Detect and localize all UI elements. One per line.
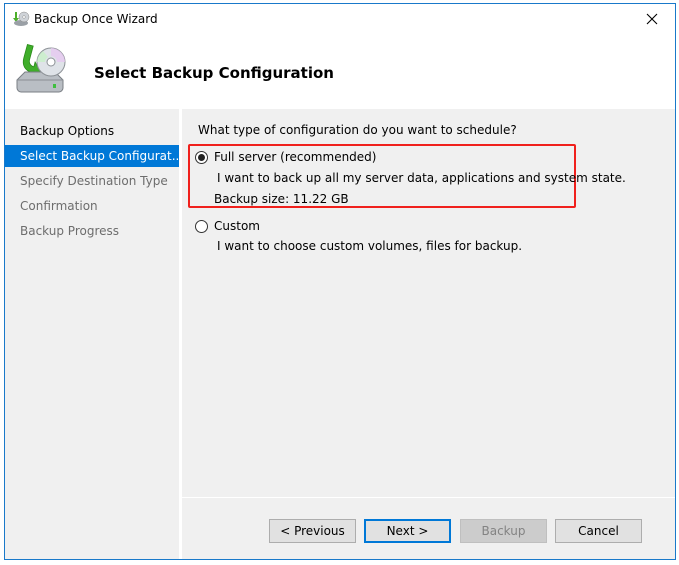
backup-size: Backup size: 11.22 GB bbox=[214, 192, 349, 206]
previous-button[interactable]: < Previous bbox=[269, 519, 356, 543]
backup-wizard-icon bbox=[12, 11, 30, 27]
nav-step-backup-progress[interactable]: Backup Progress bbox=[5, 220, 179, 242]
nav-step-select-backup-configuration[interactable]: Select Backup Configurat... bbox=[5, 145, 179, 167]
full-server-radio[interactable] bbox=[195, 150, 208, 164]
custom-option[interactable]: Custom bbox=[195, 219, 260, 233]
full-server-option[interactable]: Full server (recommended) bbox=[195, 150, 376, 164]
backup-once-wizard-window: Backup Once Wizard Select Backup Configu… bbox=[4, 3, 676, 560]
title-bar: Backup Once Wizard bbox=[5, 4, 675, 34]
wizard-footer: < Previous Next > Backup Cancel bbox=[182, 498, 675, 559]
configuration-question: What type of configuration do you want t… bbox=[198, 123, 517, 137]
cancel-button[interactable]: Cancel bbox=[555, 519, 642, 543]
close-icon bbox=[646, 13, 658, 25]
backup-button: Backup bbox=[460, 519, 547, 543]
nav-step-specify-destination-type[interactable]: Specify Destination Type bbox=[5, 170, 179, 192]
backup-disk-icon bbox=[13, 42, 67, 96]
custom-description: I want to choose custom volumes, files f… bbox=[217, 239, 523, 253]
nav-step-confirmation[interactable]: Confirmation bbox=[5, 195, 179, 217]
custom-label: Custom bbox=[214, 219, 260, 233]
close-button[interactable] bbox=[629, 4, 675, 34]
nav-step-backup-options[interactable]: Backup Options bbox=[5, 120, 179, 142]
full-server-label: Full server (recommended) bbox=[214, 150, 377, 164]
window-title: Backup Once Wizard bbox=[34, 12, 158, 26]
wizard-header: Select Backup Configuration bbox=[5, 34, 675, 109]
configuration-panel: What type of configuration do you want t… bbox=[182, 109, 675, 497]
full-server-description: I want to back up all my server data, ap… bbox=[217, 171, 626, 185]
custom-radio[interactable] bbox=[195, 219, 208, 233]
wizard-steps-nav: Backup Options Select Backup Configurat.… bbox=[5, 109, 179, 559]
next-button[interactable]: Next > bbox=[364, 519, 451, 543]
page-title: Select Backup Configuration bbox=[94, 64, 334, 82]
